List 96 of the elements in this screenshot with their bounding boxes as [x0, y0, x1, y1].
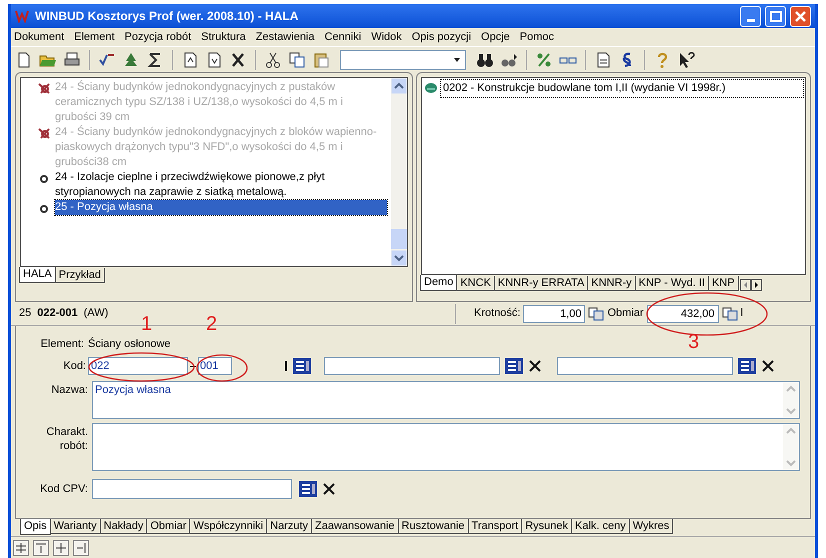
align-top-icon[interactable]: [33, 540, 49, 556]
tab[interactable]: Kalk. ceny: [570, 519, 630, 534]
minimize-icon: [746, 18, 754, 22]
tree-icon[interactable]: [122, 50, 140, 68]
element-name: Ściany osłonowe: [88, 336, 171, 352]
scroll-down-icon[interactable]: [391, 250, 407, 266]
field-value: Pozycja własna: [94, 383, 172, 398]
tab[interactable]: KNNR-y: [587, 276, 636, 291]
tab[interactable]: Rysunek: [521, 519, 572, 534]
code-field[interactable]: 001: [198, 357, 232, 375]
tab[interactable]: KNP - Wyd. II: [634, 276, 709, 291]
crossed-item-icon: [37, 82, 51, 94]
tab-scroll-right-icon[interactable]: [750, 279, 762, 291]
align-right-icon[interactable]: [73, 540, 89, 556]
maximize-button[interactable]: [765, 6, 786, 26]
tab[interactable]: Przykład: [54, 268, 105, 283]
percent-icon[interactable]: [535, 50, 553, 68]
menu-item[interactable]: Opis pozycji: [412, 28, 472, 46]
delete-icon[interactable]: [229, 50, 247, 68]
tab[interactable]: Demo: [420, 275, 458, 291]
maximize-icon: [770, 10, 782, 22]
menu-item[interactable]: Struktura: [201, 28, 246, 46]
menu-item[interactable]: Cenniki: [324, 28, 362, 46]
close-button[interactable]: [790, 6, 811, 26]
tab[interactable]: Wykres: [628, 519, 674, 534]
copy-icon[interactable]: [588, 306, 604, 320]
field-label: Charakt. robót:: [45, 425, 89, 453]
tab[interactable]: Zaawansowanie: [311, 519, 399, 534]
position-number: 25: [19, 306, 32, 322]
tab[interactable]: Obmiar: [146, 519, 190, 534]
paste-icon[interactable]: [312, 50, 330, 68]
menu-item[interactable]: Opcje: [481, 28, 510, 46]
list-picker-icon[interactable]: [504, 357, 524, 375]
tree-item[interactable]: 24 - Izolacje cieplne i przeciwdźwiękowe pionowe,z płyt styropianowych na zaprawie z siatką metalową.: [55, 170, 387, 200]
minimize-button[interactable]: [740, 6, 761, 26]
app-logo-icon: [15, 9, 31, 23]
clear-icon[interactable]: [760, 358, 776, 374]
window-title: WINBUD Kosztorys Prof (wer. 2008.10) - HALA: [35, 8, 300, 25]
tab-scroll-left-icon[interactable]: [740, 279, 751, 291]
field-label: Kod:: [62, 358, 87, 374]
tab[interactable]: HALA: [19, 267, 56, 283]
code-field[interactable]: 022: [88, 357, 188, 375]
menu-item[interactable]: Element: [74, 28, 114, 46]
menu-item[interactable]: Pozycja robót: [124, 28, 192, 46]
annotation-number: 3: [688, 332, 700, 352]
circle-item-icon: [37, 202, 51, 214]
position-code: 022-001: [37, 306, 78, 322]
annotation-number: 1: [141, 314, 152, 334]
tab[interactable]: KNP: [708, 276, 739, 291]
field-label: Nazwa:: [50, 383, 89, 397]
clear-icon[interactable]: [527, 358, 543, 374]
scroll-up-icon[interactable]: [391, 78, 407, 94]
circle-item-icon: [37, 172, 51, 184]
clear-icon[interactable]: [321, 481, 337, 497]
unit-label: l: [740, 306, 743, 322]
tab[interactable]: Opis: [20, 519, 51, 535]
field-label: Element:: [40, 336, 85, 352]
text-field[interactable]: [324, 357, 500, 375]
field-label: Kod CPV:: [39, 482, 89, 497]
scissors-icon[interactable]: [264, 50, 282, 68]
tab[interactable]: KNCK: [456, 276, 495, 291]
quantity-field[interactable]: 432,00: [646, 304, 719, 322]
copy-icon[interactable]: [722, 306, 738, 320]
copy-icon[interactable]: [288, 50, 306, 68]
menu-item[interactable]: Zestawienia: [256, 28, 314, 46]
text-field[interactable]: [557, 357, 733, 375]
tab[interactable]: Narzuty: [266, 519, 312, 534]
annotation-number: 2: [206, 314, 218, 334]
position-tag: (AW): [84, 305, 108, 322]
field-label: Obmiar: [607, 306, 644, 322]
list-picker-icon[interactable]: [298, 480, 318, 498]
scrollbar[interactable]: [391, 78, 407, 266]
cpv-field[interactable]: [92, 479, 292, 499]
tab[interactable]: Rusztowanie: [398, 519, 469, 534]
tab[interactable]: KNNR-y ERRATA: [494, 276, 588, 291]
list-picker-icon[interactable]: [737, 357, 757, 375]
close-icon: [795, 10, 806, 22]
catalog-item[interactable]: 0202 - Konstrukcje budowlane tom I,II (wydanie VI 1998r.): [441, 80, 803, 96]
tab[interactable]: Transport: [468, 519, 522, 534]
menu-item[interactable]: Pomoc: [520, 28, 554, 46]
list-picker-icon[interactable]: [292, 357, 312, 375]
crossed-item-icon: [37, 127, 51, 139]
tab[interactable]: Nakłady: [100, 519, 148, 534]
menu-item[interactable]: Widok: [371, 28, 402, 46]
collapse-icon[interactable]: [13, 540, 29, 556]
menu-item[interactable]: Dokument: [14, 28, 64, 46]
multiplier-field[interactable]: 1,00: [523, 304, 586, 322]
scrollbar-thumb[interactable]: [391, 229, 407, 249]
pointer-help-icon[interactable]: [677, 50, 695, 68]
tab[interactable]: Współczynniki: [189, 519, 268, 534]
field-label: Krotność:: [474, 306, 520, 322]
printer-icon[interactable]: [63, 50, 81, 68]
tab[interactable]: Warianty: [50, 519, 101, 534]
text-cursor-icon: [284, 359, 288, 373]
tree-item[interactable]: 25 - Pozycja własna: [55, 200, 387, 215]
expand-icon[interactable]: [53, 540, 69, 556]
